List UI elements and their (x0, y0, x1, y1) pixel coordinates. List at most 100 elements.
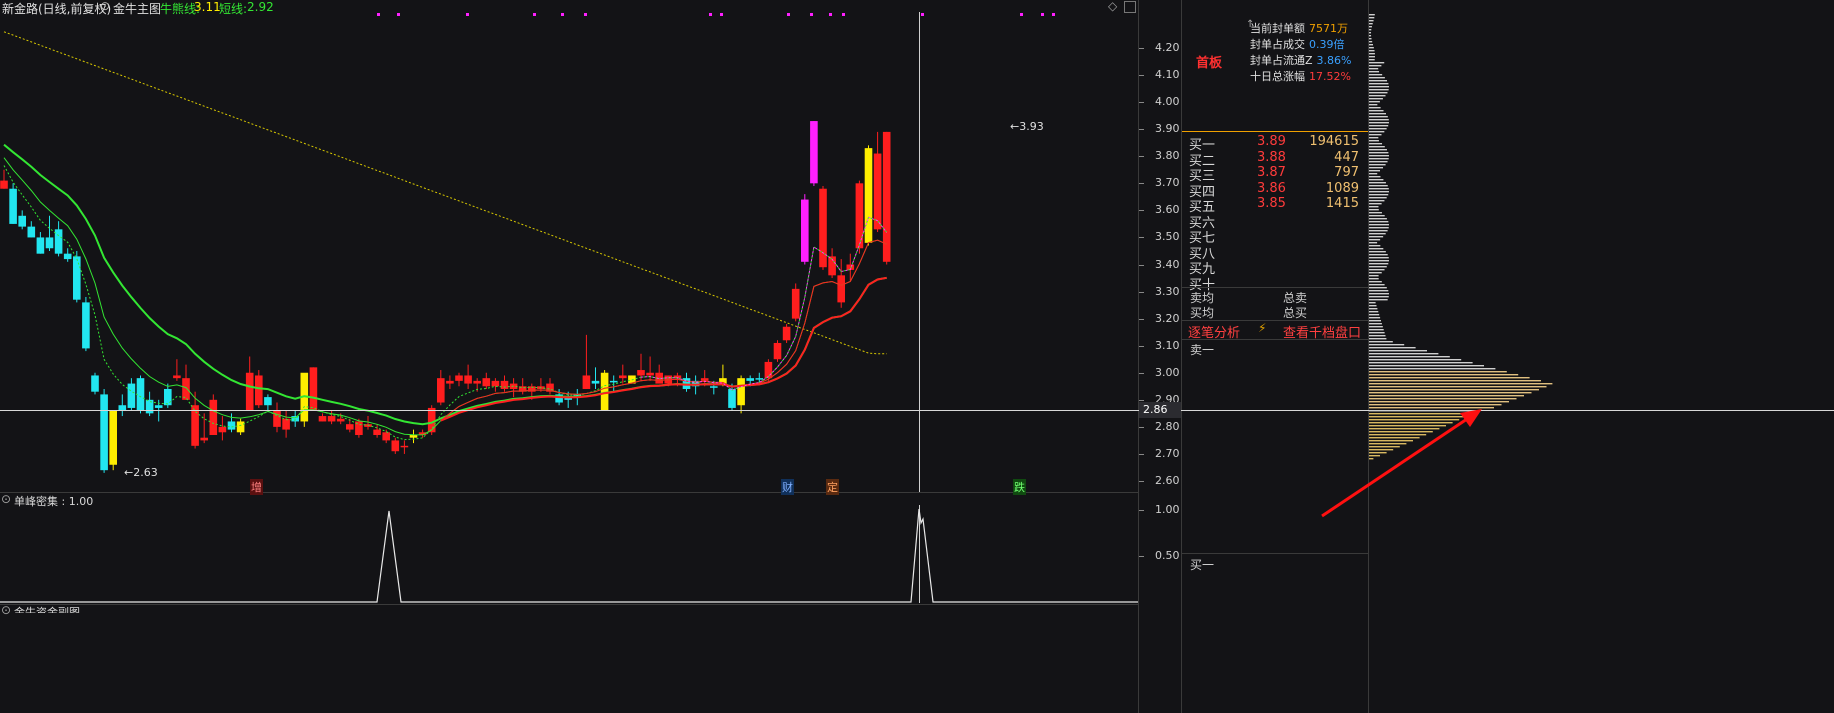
subpanel-tick-1: 1.00 (1155, 503, 1180, 516)
signal-dot (1020, 13, 1023, 16)
chip-bar (1369, 53, 1375, 55)
ma-magenta-dotted (640, 216, 888, 391)
bid-price: 3.89 (1257, 134, 1286, 149)
price-tick-label: 2.80 (1155, 419, 1180, 433)
candle (136, 375, 145, 414)
chip-bar (1369, 347, 1416, 349)
candle-body (473, 380, 481, 384)
stat-label: 十日总涨幅 (1250, 70, 1305, 83)
chip-bar (1369, 350, 1427, 352)
candle-body (0, 180, 8, 189)
price-tick-mark (1139, 237, 1144, 239)
candle-body (700, 378, 709, 381)
candle (182, 364, 190, 400)
candle-body (255, 375, 263, 406)
chip-bar (1369, 14, 1375, 16)
stat-value: 7571万 (1309, 22, 1348, 35)
peak-density-chart (0, 508, 1138, 603)
signal-dot (533, 13, 536, 16)
price-tick-mark (1139, 75, 1144, 77)
price-tick-mark (1139, 481, 1144, 482)
price-tick-mark (1139, 291, 1144, 293)
chip-bar (1369, 44, 1374, 46)
chip-bar (1369, 374, 1519, 376)
chip-bar (1369, 335, 1386, 337)
candle (882, 131, 891, 265)
signal-dot (466, 13, 469, 16)
chip-bar (1369, 83, 1389, 85)
candle (91, 372, 99, 395)
candle-body (73, 256, 81, 300)
candle (819, 186, 827, 270)
chip-bar (1369, 65, 1382, 67)
low-price-annotation: ←2.63 (124, 466, 158, 479)
chip-bar (1369, 146, 1385, 148)
candle-body (382, 432, 390, 441)
chip-bar (1369, 323, 1382, 325)
lightning-icon[interactable]: ⚡ (1258, 321, 1266, 335)
price-tick-label: 2.70 (1155, 446, 1180, 460)
chip-bar (1369, 368, 1496, 370)
chip-bar (1369, 311, 1379, 313)
signal-dot (561, 13, 564, 16)
chip-bar (1369, 29, 1372, 31)
chip-bar (1369, 353, 1439, 355)
bid-row[interactable]: 买十 (1189, 274, 1369, 293)
chip-bar (1369, 260, 1389, 262)
chip-bar (1369, 239, 1381, 241)
price-tick-label: 3.10 (1155, 338, 1180, 352)
chip-bar (1369, 101, 1380, 103)
panel-border (1181, 0, 1182, 713)
candle-body (282, 418, 290, 430)
chip-bar (1369, 389, 1539, 391)
signal-dot (377, 13, 380, 16)
chip-bar (1369, 341, 1393, 343)
candle (409, 429, 418, 444)
candle (218, 416, 227, 441)
axis-divider (1138, 0, 1139, 713)
candle-body (737, 378, 745, 406)
candle (437, 370, 445, 406)
price-tick-mark (1139, 426, 1144, 428)
chip-bar (1369, 176, 1381, 178)
candle (127, 378, 136, 411)
bid-price: 3.88 (1257, 149, 1286, 165)
candle-body (746, 378, 754, 381)
chip-bar (1369, 155, 1389, 157)
bottom-subpanel-settings-icon[interactable]: ⊙ (1, 603, 11, 617)
candle (591, 367, 600, 389)
chip-bar (1369, 200, 1385, 202)
price-tick-mark (1139, 156, 1144, 158)
candle-body (873, 153, 882, 230)
stat-row: 当前封单额 7571万 (1250, 20, 1348, 36)
price-tick-mark (1139, 399, 1144, 401)
price-tick-label: 3.80 (1155, 149, 1180, 163)
candlestick-chart[interactable] (0, 0, 1138, 492)
subpanel-tick-mark-2 (1139, 556, 1144, 557)
candle-body (173, 375, 181, 379)
chip-bar (1369, 89, 1389, 91)
chip-bar (1369, 269, 1385, 271)
price-tick-label: 4.00 (1155, 95, 1180, 109)
chip-bar (1369, 194, 1389, 196)
chip-bar (1369, 98, 1383, 100)
candle (309, 367, 318, 411)
high-price-annotation: ←3.93 (1010, 120, 1044, 133)
candle-body (82, 302, 90, 349)
candle (318, 413, 327, 422)
candle-body (336, 418, 345, 422)
bull-bear-line (3, 31, 887, 355)
bid-price: 3.87 (1257, 165, 1286, 180)
price-tick-mark (1139, 183, 1144, 185)
chip-bar (1369, 320, 1381, 322)
candle-body (437, 378, 445, 403)
candle-body (646, 372, 654, 376)
stat-label: 封单占流通Z (1250, 54, 1313, 67)
bid-price: 3.85 (1257, 196, 1286, 211)
candle (737, 375, 745, 414)
candle (73, 250, 81, 303)
candle (346, 418, 354, 433)
candle-body (819, 188, 827, 268)
orderbook-divider (1182, 287, 1368, 288)
candle (518, 378, 527, 395)
